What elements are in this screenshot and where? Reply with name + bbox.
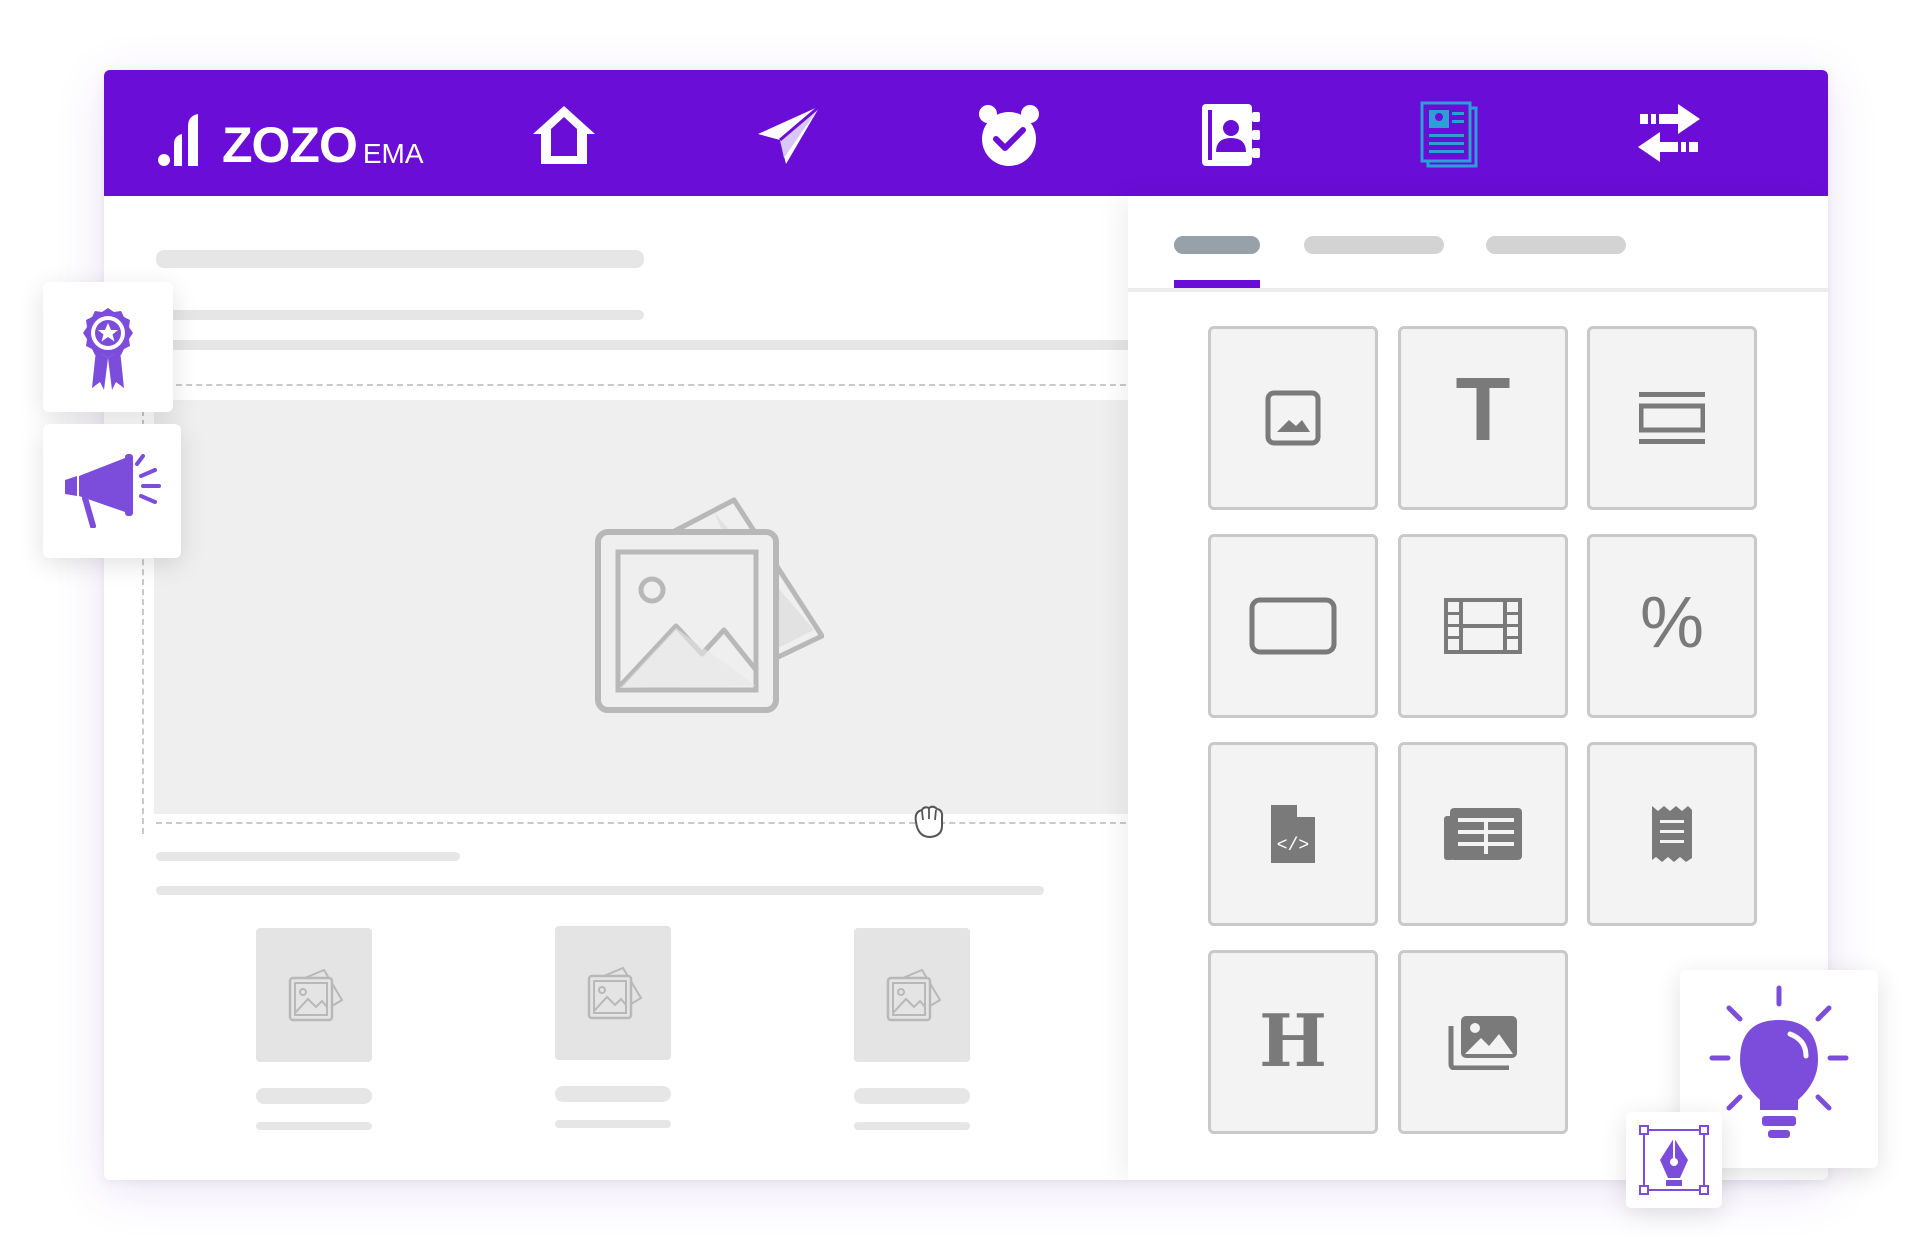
- block-html[interactable]: </>: [1208, 742, 1378, 926]
- placeholder-line: [555, 1086, 671, 1102]
- tabs-divider: [1128, 288, 1828, 292]
- tab-rows[interactable]: [1304, 236, 1444, 254]
- placeholder-line: [854, 1088, 970, 1104]
- table-icon: [1444, 808, 1522, 860]
- divider-icon: [1639, 392, 1705, 444]
- placeholder-line: [156, 852, 460, 861]
- button-icon: [1249, 597, 1337, 655]
- block-text[interactable]: T: [1398, 326, 1568, 510]
- drop-zone-bottom-border: [156, 822, 1136, 824]
- block-footer[interactable]: [1587, 742, 1757, 926]
- nav-contacts[interactable]: [1194, 100, 1264, 170]
- block-coupon[interactable]: %: [1587, 534, 1757, 718]
- tab-settings[interactable]: [1486, 236, 1626, 254]
- home-icon: [533, 106, 595, 164]
- block-video[interactable]: [1398, 534, 1568, 718]
- drop-zone-top-border: [156, 384, 1136, 386]
- nav-campaigns[interactable]: [754, 100, 824, 170]
- hero-image-placeholder[interactable]: [154, 400, 1154, 814]
- award-card: [43, 282, 173, 412]
- placeholder-line: [256, 1088, 372, 1104]
- percent-icon: %: [1639, 583, 1705, 663]
- top-navigation-bar: ZOZO EMA: [104, 70, 1828, 196]
- logo-word: ZOZO: [222, 117, 358, 173]
- heading-icon: H: [1258, 998, 1328, 1083]
- block-gallery[interactable]: [1398, 950, 1568, 1134]
- product-image-placeholder[interactable]: [256, 928, 372, 1062]
- alarm-clock-icon: [979, 105, 1039, 166]
- award-badge-icon: [83, 308, 133, 390]
- contact-book-icon: [1202, 104, 1260, 166]
- nav-home[interactable]: [529, 100, 599, 170]
- placeholder-line: [156, 886, 1044, 895]
- image-placeholder-icon: [886, 968, 942, 1022]
- receipt-icon: [1652, 806, 1692, 862]
- tab-content[interactable]: [1174, 236, 1260, 254]
- active-tab-indicator: [1174, 280, 1260, 288]
- block-divider[interactable]: [1587, 326, 1757, 510]
- placeholder-line: [156, 340, 1156, 350]
- nav-integrations[interactable]: [1634, 100, 1704, 170]
- product-image-placeholder[interactable]: [854, 928, 970, 1062]
- gallery-icon: [1448, 1016, 1517, 1070]
- newsletter-icon: [1420, 101, 1478, 168]
- pen-tool-icon: [1639, 1125, 1709, 1195]
- placeholder-line: [854, 1122, 970, 1130]
- block-button[interactable]: [1208, 534, 1378, 718]
- logo-sub: EMA: [362, 138, 424, 169]
- placeholder-line: [156, 250, 644, 268]
- placeholder-line: [256, 1122, 372, 1130]
- megaphone-icon: [65, 454, 161, 528]
- announcement-card: [43, 424, 181, 558]
- grab-hand-cursor-icon: [914, 805, 944, 839]
- transfer-arrows-icon: [1638, 104, 1700, 162]
- placeholder-line: [156, 310, 644, 320]
- image-placeholder-icon: [288, 968, 344, 1022]
- video-icon: [1444, 598, 1522, 654]
- image-placeholder-icon: [595, 497, 824, 713]
- image-icon: [1265, 390, 1321, 446]
- logo-mark-icon: [158, 114, 198, 166]
- product-image-placeholder[interactable]: [555, 926, 671, 1060]
- paper-plane-icon: [758, 104, 821, 164]
- placeholder-line: [555, 1120, 671, 1128]
- text-icon: T: [1455, 360, 1511, 460]
- design-card: [1626, 1112, 1722, 1208]
- html-code-glyph: </>: [1276, 836, 1310, 856]
- block-table[interactable]: [1398, 742, 1568, 926]
- block-heading[interactable]: H: [1208, 950, 1378, 1134]
- block-image[interactable]: [1208, 326, 1378, 510]
- nav-newsletter[interactable]: [1414, 100, 1484, 170]
- zozo-ema-logo[interactable]: ZOZO EMA: [156, 100, 424, 170]
- image-placeholder-icon: [587, 966, 643, 1020]
- email-builder-window: ZOZO EMA T % </> H: [104, 70, 1828, 1180]
- nav-autoresponder[interactable]: [974, 100, 1044, 170]
